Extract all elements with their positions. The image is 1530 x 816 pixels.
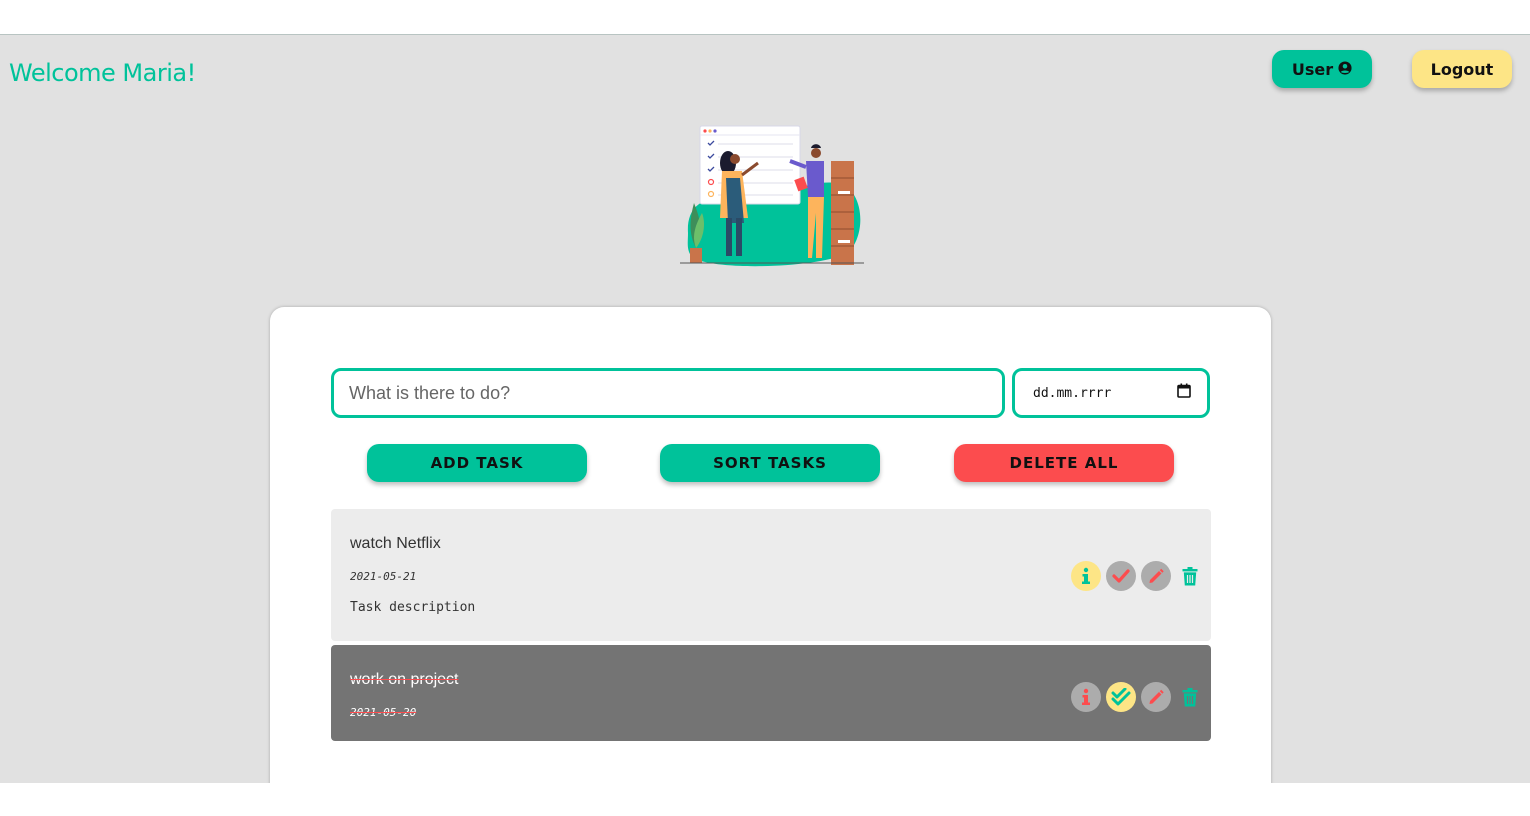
user-circle-icon: [1338, 60, 1352, 79]
browser-top-strip: [0, 0, 1530, 35]
pencil-icon[interactable]: [1141, 561, 1171, 591]
user-button-label: User: [1291, 59, 1334, 79]
date-input-placeholder: dd.mm.rrrr: [1033, 385, 1112, 401]
double-check-icon[interactable]: [1106, 682, 1136, 712]
add-task-button[interactable]: ADD TASK: [367, 444, 587, 482]
delete-all-button[interactable]: DELETE ALL: [954, 444, 1174, 482]
info-icon[interactable]: [1071, 561, 1101, 591]
task-item: watch Netflix 2021-05-21 Task descriptio…: [331, 509, 1211, 641]
info-icon[interactable]: [1071, 682, 1101, 712]
task-title: watch Netflix: [350, 535, 441, 552]
todo-illustration: [678, 123, 866, 271]
task-date: 2021-05-21: [350, 570, 417, 583]
trash-icon[interactable]: [1179, 561, 1201, 591]
trash-icon[interactable]: [1179, 682, 1201, 712]
task-description: Task description: [350, 600, 476, 615]
task-title: work on project: [350, 671, 459, 688]
task-item-completed: work on project 2021-05-20: [331, 645, 1211, 741]
task-date: 2021-05-20: [350, 706, 417, 719]
welcome-heading: Welcome Maria!: [9, 59, 196, 87]
logout-button[interactable]: Logout: [1412, 50, 1512, 88]
pencil-icon[interactable]: [1141, 682, 1171, 712]
app-container: Welcome Maria! User Logout What is there…: [0, 35, 1530, 783]
calendar-icon[interactable]: [1177, 383, 1191, 403]
browser-bottom-strip: [0, 783, 1530, 816]
task-input[interactable]: [331, 368, 1005, 418]
user-button[interactable]: User: [1272, 50, 1372, 88]
check-icon[interactable]: [1106, 561, 1136, 591]
task-actions: [1066, 561, 1201, 591]
task-actions: [1066, 682, 1201, 712]
sort-tasks-button[interactable]: SORT TASKS: [660, 444, 880, 482]
todo-card: dd.mm.rrrr ADD TASK SORT TASKS DELETE AL…: [270, 307, 1271, 783]
date-input[interactable]: dd.mm.rrrr: [1012, 368, 1210, 418]
